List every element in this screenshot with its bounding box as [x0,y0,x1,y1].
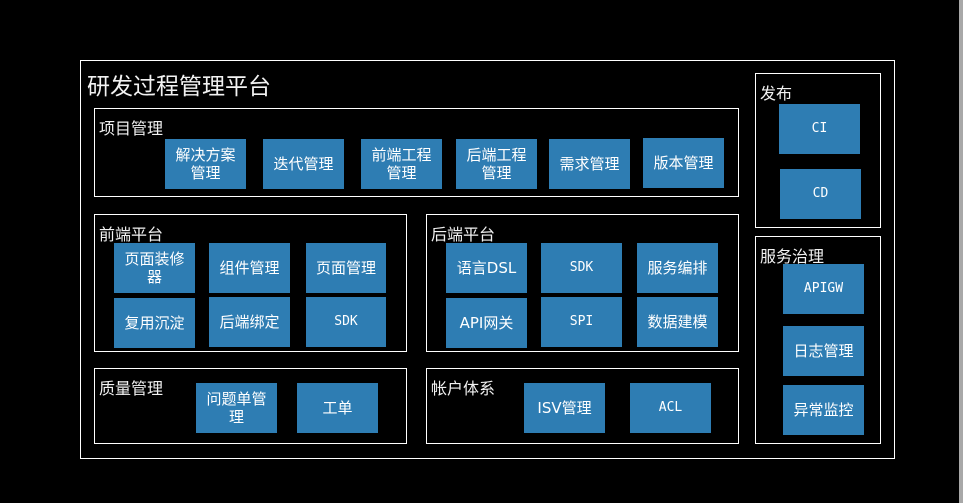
box-solution-management[interactable]: 解决方案管理 [165,139,246,189]
box-log-management[interactable]: 日志管理 [783,326,864,376]
box-backend-project-management[interactable]: 后端工程管理 [456,139,537,189]
section-release-title: 发布 [760,84,793,103]
box-page-management[interactable]: 页面管理 [306,243,386,293]
box-api-gateway[interactable]: API网关 [446,298,527,348]
section-frontend-title: 前端平台 [99,225,164,244]
box-work-order[interactable]: 工单 [297,383,378,433]
section-account-title: 帐户体系 [431,379,496,398]
box-service-orchestration[interactable]: 服务编排 [637,243,718,293]
box-issue-management[interactable]: 问题单管理 [196,383,277,433]
section-quality-title: 质量管理 [99,379,164,398]
box-language-dsl[interactable]: 语言DSL [446,243,527,293]
box-exception-monitoring[interactable]: 异常监控 [783,385,864,435]
box-frontend-project-management[interactable]: 前端工程管理 [361,139,442,189]
box-data-modeling[interactable]: 数据建模 [637,297,718,347]
box-frontend-sdk[interactable]: SDK [306,297,386,347]
box-component-management[interactable]: 组件管理 [209,243,290,293]
box-page-decorator[interactable]: 页面装修器 [114,243,195,293]
section-backend-title: 后端平台 [431,225,496,244]
box-iteration-management[interactable]: 迭代管理 [263,139,344,189]
box-version-management[interactable]: 版本管理 [643,138,724,188]
box-cd[interactable]: CD [780,169,861,219]
section-project-title: 项目管理 [99,119,164,138]
box-isv-management[interactable]: ISV管理 [524,383,605,433]
box-reuse[interactable]: 复用沉淀 [114,298,195,348]
platform-title: 研发过程管理平台 [87,74,271,100]
box-requirement-management[interactable]: 需求管理 [549,139,630,189]
box-spi[interactable]: SPI [541,297,622,347]
box-ci[interactable]: CI [779,104,860,154]
box-acl[interactable]: ACL [630,383,711,433]
box-backend-binding[interactable]: 后端绑定 [209,297,290,347]
window-edge-scrollbar [959,0,963,503]
box-apigw[interactable]: APIGW [783,264,864,314]
box-backend-sdk[interactable]: SDK [541,243,622,293]
